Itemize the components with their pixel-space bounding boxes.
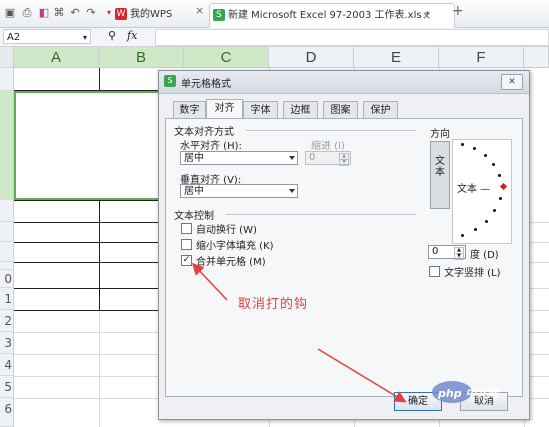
annotation-text: 取消打的钩: [238, 297, 309, 312]
watermark: php 中文网: [432, 377, 544, 407]
arrow-to-checkbox: [191, 262, 228, 301]
watermark-text: php 中文网: [438, 387, 499, 400]
annotation-arrows: [191, 262, 407, 403]
arrow-to-ok: [317, 348, 407, 403]
